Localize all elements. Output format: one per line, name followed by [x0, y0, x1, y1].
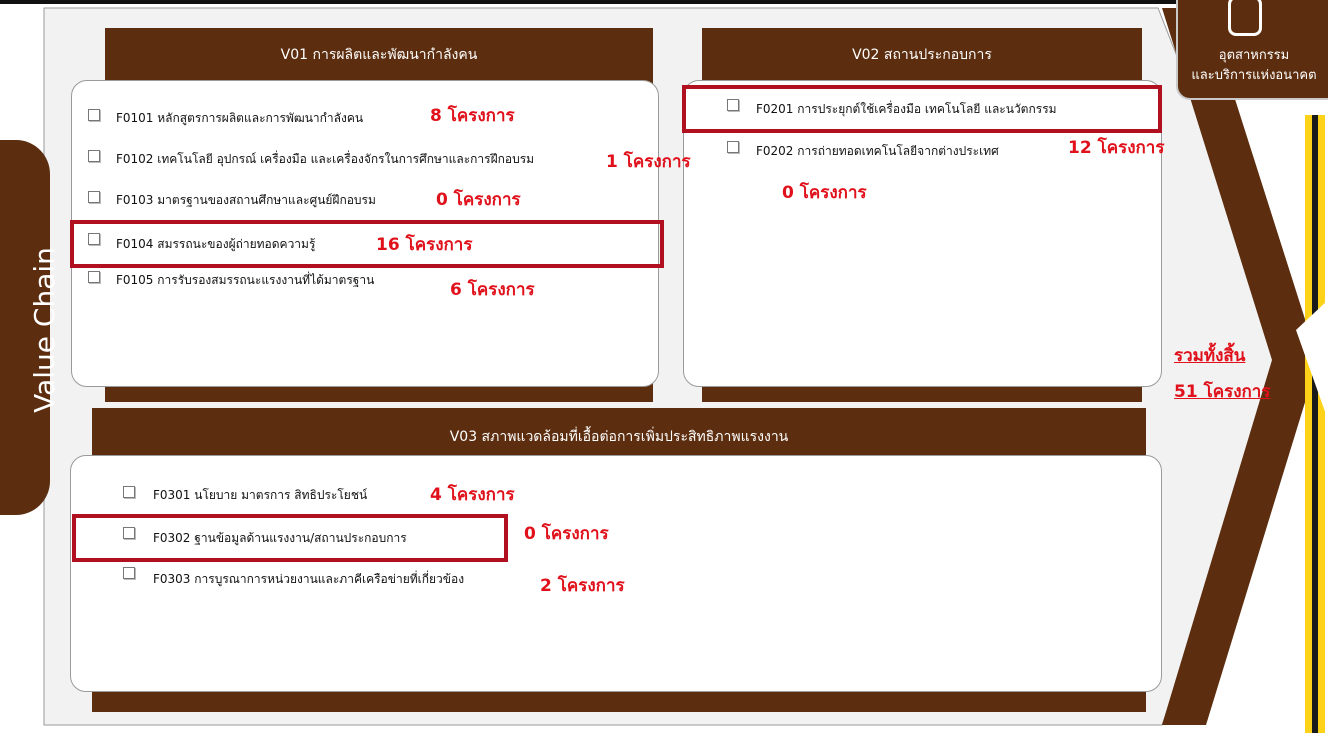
item-checkbox[interactable] — [88, 271, 100, 283]
side-label: Value Chain — [28, 247, 61, 413]
item-checkbox[interactable] — [123, 567, 135, 579]
item-label-f0202: F0202 การถ่ายทอดเทคโนโลยีจากต่างประเทศ — [756, 144, 999, 158]
item-label-f0302: F0302 ฐานข้อมูลด้านแรงงาน/สถานประกอบการ — [153, 531, 407, 545]
total-count: 51 โครงการ — [1174, 382, 1271, 402]
item-checkbox[interactable] — [727, 141, 739, 153]
item-count-f0301: 4 โครงการ — [430, 485, 515, 505]
item-label-f0104: F0104 สมรรถนะของผู้ถ่ายทอดความรู้ — [116, 237, 316, 251]
v02-header: V02 สถานประกอบการ — [702, 28, 1142, 86]
item-count-f0101: 8 โครงการ — [430, 106, 515, 126]
item-label-f0303: F0303 การบูรณาการหน่วยงานและภาคีเครือข่า… — [153, 572, 465, 586]
item-checkbox[interactable] — [88, 191, 100, 203]
logo-line1: อุตสาหกรรม — [1218, 48, 1290, 63]
item-count-f0104: 16 โครงการ — [376, 235, 473, 255]
item-count-f0302: 0 โครงการ — [524, 524, 609, 544]
right-bar-black — [1312, 115, 1318, 733]
item-checkbox[interactable] — [123, 527, 135, 539]
item-label-f0105: F0105 การรับรองสมรรถนะแรงงานที่ได้มาตรฐา… — [116, 273, 375, 287]
item-label-f0301: F0301 นโยบาย มาตรการ สิทธิประโยชน์ — [153, 488, 368, 502]
item-checkbox[interactable] — [727, 99, 739, 111]
item-checkbox[interactable] — [123, 486, 135, 498]
logo-line2: และบริการแห่งอนาคต — [1191, 68, 1317, 83]
item-label-f0102: F0102 เทคโนโลยี อุปกรณ์ เครื่องมือ และเค… — [116, 152, 535, 166]
item-count-f0103: 0 โครงการ — [436, 190, 521, 210]
item-count-f0201: 12 โครงการ — [1068, 138, 1165, 158]
total-label: รวมทั้งสิ้น — [1174, 346, 1246, 366]
item-checkbox[interactable] — [88, 150, 100, 162]
item-label-f0103: F0103 มาตรฐานของสถานศึกษาและศูนย์ฝึกอบรม — [116, 193, 376, 207]
item-checkbox[interactable] — [88, 109, 100, 121]
item-count-f0105: 6 โครงการ — [450, 280, 535, 300]
item-label-f0201: F0201 การประยุกต์ใช้เครื่องมือ เทคโนโลยี… — [756, 102, 1057, 116]
v01-header: V01 การผลิตและพัฒนากำลังคน — [105, 28, 653, 86]
item-count-f0102: 1 โครงการ — [606, 152, 691, 172]
item-checkbox[interactable] — [88, 233, 100, 245]
item-label-f0101: F0101 หลักสูตรการผลิตและการพัฒนากำลังคน — [116, 111, 364, 125]
item-count-f0303: 2 โครงการ — [540, 576, 625, 596]
item-count-f0202: 0 โครงการ — [782, 183, 867, 203]
robot-icon — [1228, 0, 1262, 36]
